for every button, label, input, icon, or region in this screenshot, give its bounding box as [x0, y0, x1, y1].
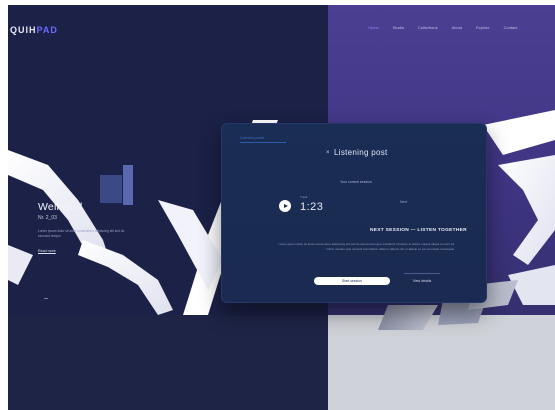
info-subtitle: Nr. 2_03: [38, 215, 57, 221]
nav-about[interactable]: About: [452, 25, 462, 30]
modal-tab-underline: [240, 142, 286, 143]
logo[interactable]: QUIHPAD: [10, 25, 58, 35]
info-title: Wellword: [38, 201, 83, 213]
logo-main: QUIH: [10, 25, 37, 35]
ribbon-right-2: [498, 155, 555, 265]
modal-tab[interactable]: Overview panel: [240, 136, 264, 140]
player-label: Track: [300, 195, 308, 199]
player-time: 1:23: [300, 201, 324, 213]
nav-contact[interactable]: Contact: [504, 25, 518, 30]
blade-1: [378, 305, 438, 330]
modal-title: Listening post: [334, 148, 388, 157]
ribbon-right: [483, 110, 555, 155]
nav-studio[interactable]: Studio: [393, 25, 404, 30]
ribbon-left-lower: [8, 245, 33, 285]
glow-bar: [100, 175, 122, 203]
play-button[interactable]: [279, 200, 291, 212]
logo-accent: PAD: [36, 25, 58, 35]
session-modal: Overview panel × Listening post Your cur…: [221, 123, 487, 303]
start-session-button[interactable]: Start session: [314, 277, 390, 285]
info-card: Wellword Nr. 2_03 Lorem ipsum dolor sit …: [38, 201, 188, 257]
next-label[interactable]: Next: [400, 200, 407, 204]
close-icon[interactable]: ×: [326, 150, 330, 156]
play-icon: [283, 204, 288, 208]
view-details-button[interactable]: View details: [404, 277, 440, 285]
pager-indicator[interactable]: [44, 298, 48, 299]
nav-collections[interactable]: Collections: [418, 25, 438, 30]
secondary-underline: [404, 273, 440, 274]
nav-home[interactable]: Home: [368, 25, 379, 30]
nav-explore[interactable]: Explore: [476, 25, 490, 30]
app-frame: QUIHPAD Home Studio Collections About Ex…: [8, 5, 555, 410]
glow-bar-2: [123, 165, 133, 205]
top-nav: Home Studio Collections About Explore Co…: [368, 25, 517, 30]
modal-heading: NEXT SESSION — LISTEN TOGETHER: [370, 228, 467, 233]
modal-caption: Your current session: [340, 180, 372, 184]
modal-description: Lorem ipsum dolor sit amet consectetur a…: [278, 242, 454, 251]
info-text: Lorem ipsum dolor sit amet consectetur a…: [38, 229, 125, 238]
read-more-link[interactable]: Read more: [38, 249, 56, 253]
